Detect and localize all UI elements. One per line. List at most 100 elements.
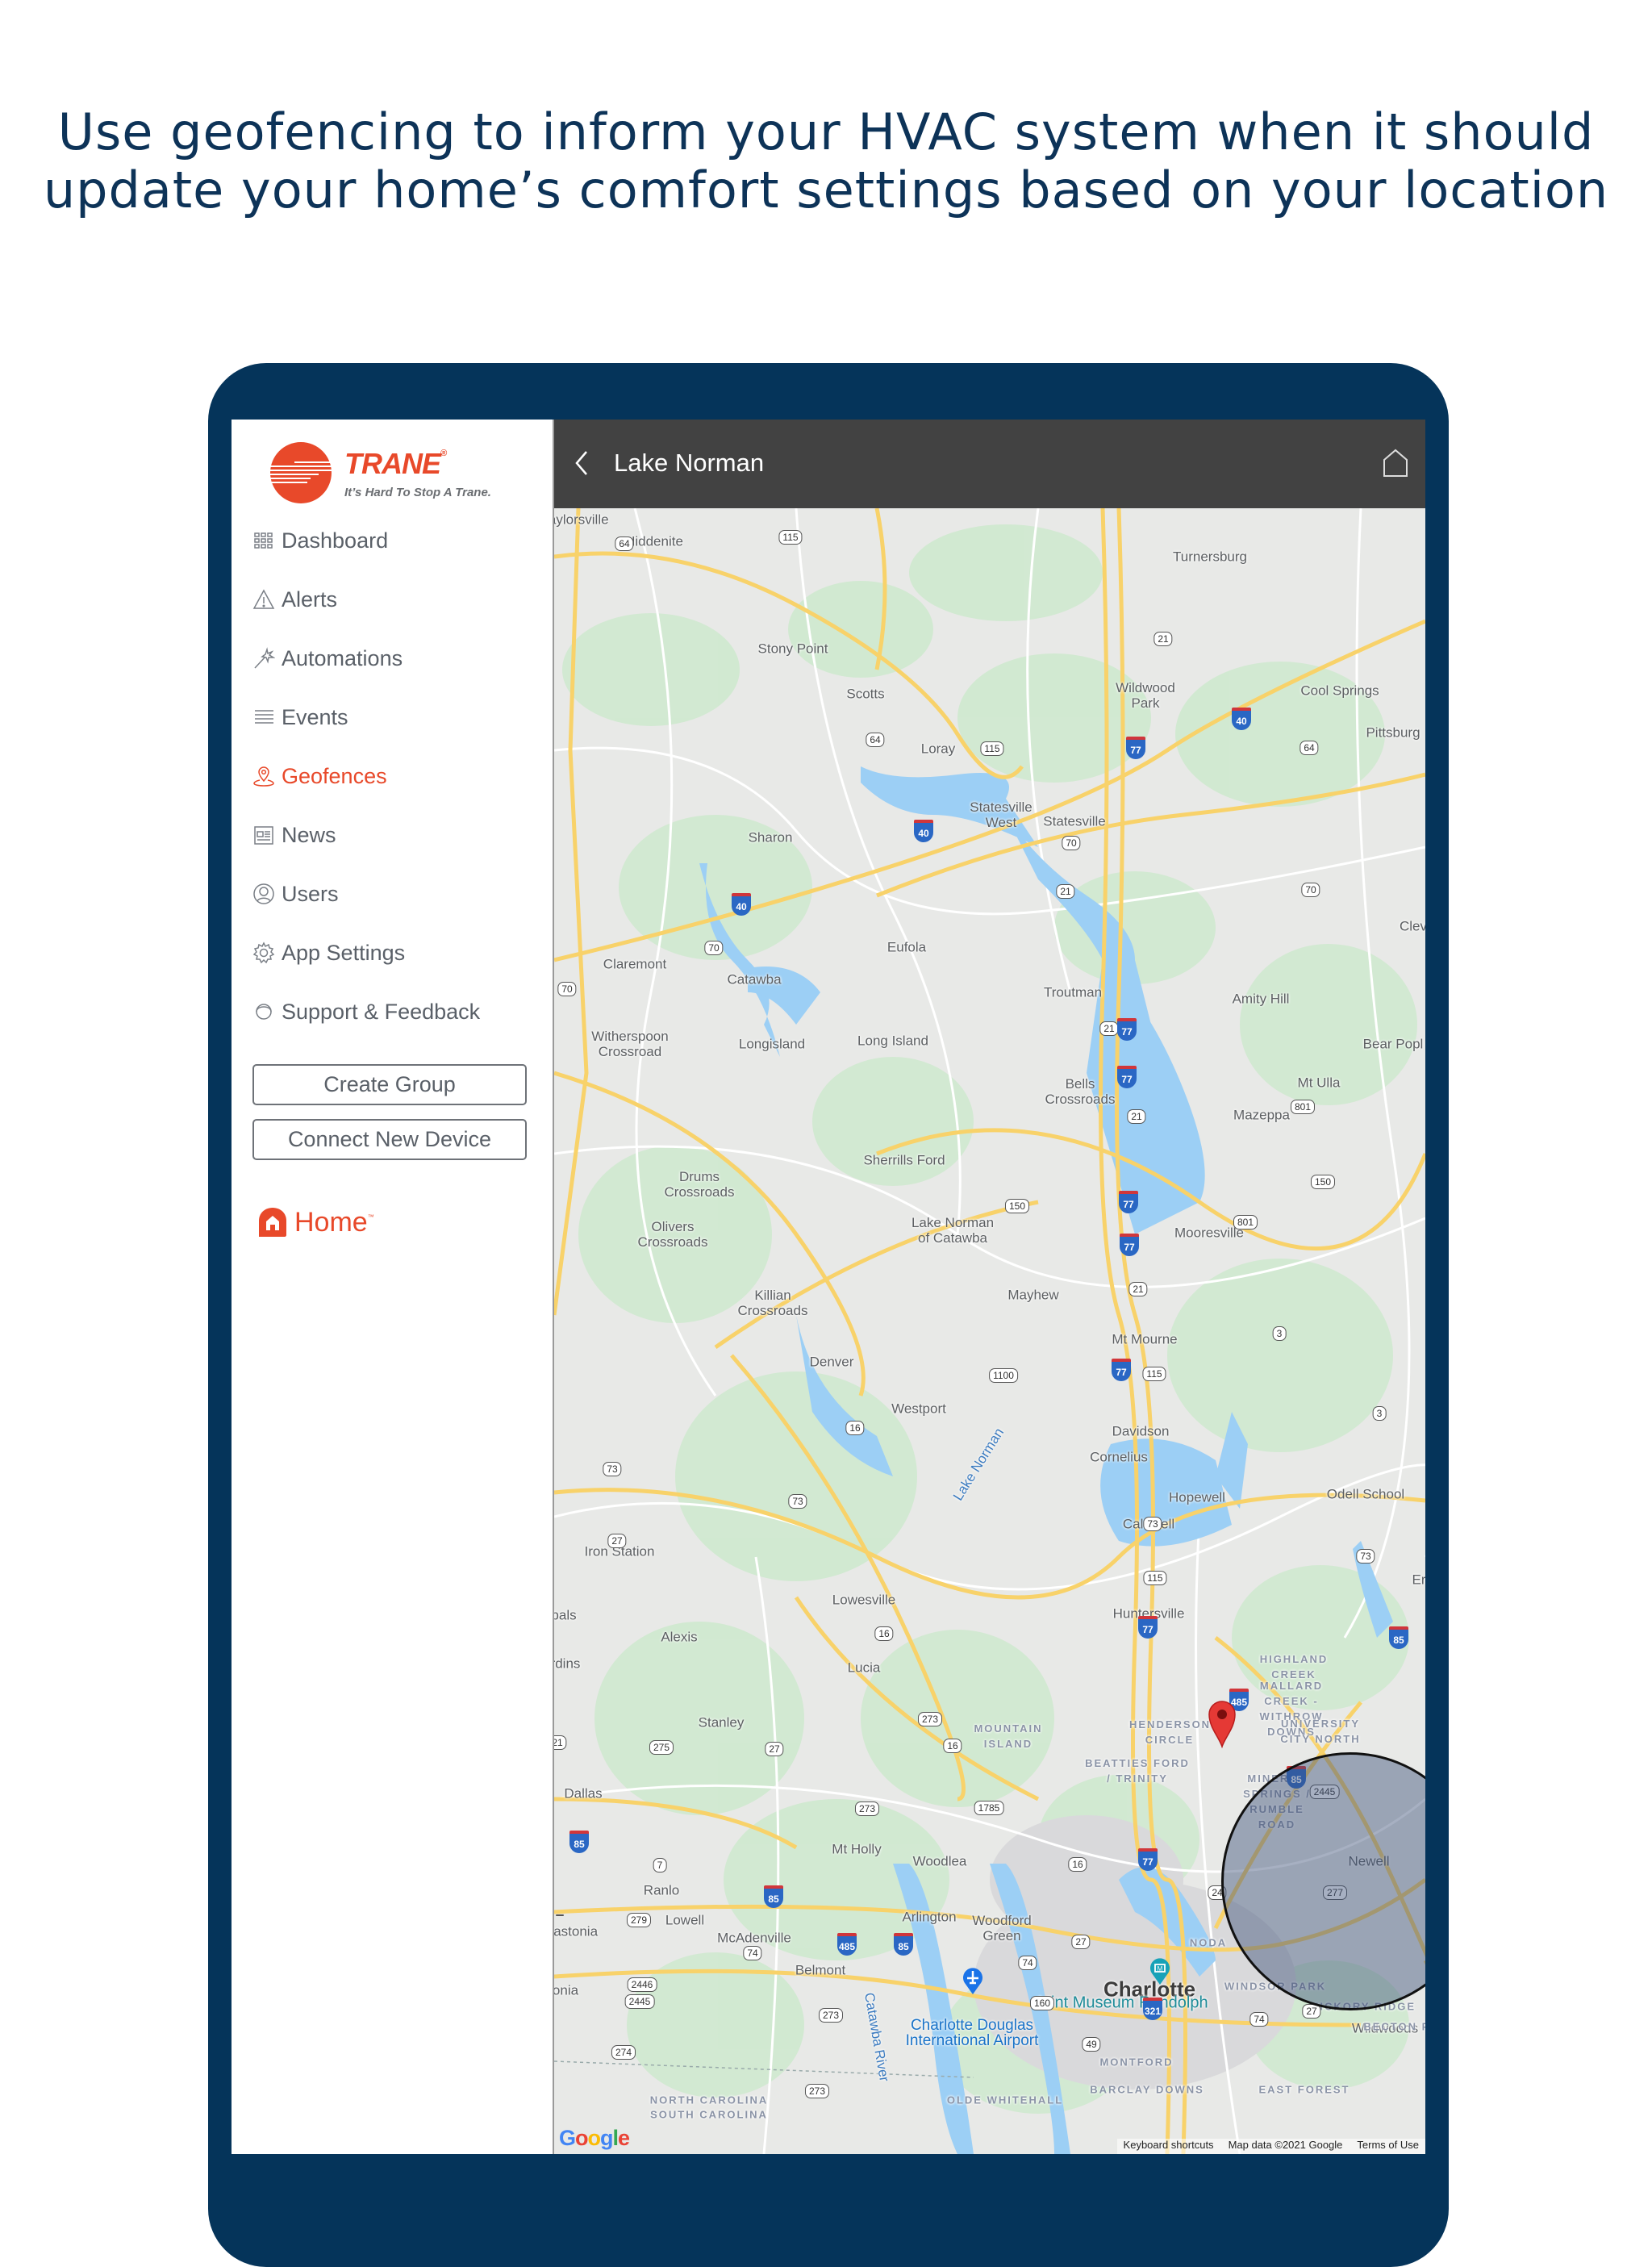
map-label: Odell School	[1326, 1486, 1405, 1502]
interstate-shield: 485	[837, 1933, 857, 1956]
route-shield: 27	[607, 1534, 627, 1548]
sidebar-item-dashboard[interactable]: Dashboard	[252, 524, 388, 557]
route-shield: 70	[557, 982, 577, 996]
map-label: Turnersburg	[1173, 549, 1247, 565]
trane-name: TRANE	[344, 447, 441, 480]
map-label: Troutman	[1043, 984, 1103, 1000]
home-outline-icon[interactable]	[1382, 449, 1409, 478]
list-icon	[252, 706, 275, 729]
map-label: Mooresville	[1174, 1225, 1244, 1241]
route-shield: 273	[854, 1801, 880, 1816]
neighborhood-label: BECTON PA	[1363, 2020, 1425, 2033]
interstate-shield: 77	[1138, 1848, 1158, 1871]
sidebar-item-label: Support & Feedback	[282, 999, 481, 1024]
sidebar-item-label: Geofences	[282, 763, 387, 788]
home-brand-label: Home	[294, 1207, 368, 1238]
interstate-shield: 77	[1138, 1616, 1158, 1639]
newspaper-icon	[252, 824, 275, 846]
sidebar-item-label: App Settings	[282, 940, 406, 965]
route-shield: 1785	[974, 1801, 1004, 1815]
neighborhood-label: OLDE WHITEHALL	[946, 2094, 1064, 2106]
route-shield: 70	[704, 941, 724, 955]
map-label: Ranlo	[643, 1882, 680, 1898]
route-shield: 16	[1068, 1857, 1087, 1872]
sidebar-item-users[interactable]: Users	[252, 878, 339, 910]
route-shield: 16	[845, 1421, 865, 1435]
headline-line-1: Use geofencing to inform your HVAC syste…	[57, 102, 1595, 161]
route-shield: 1100	[989, 1368, 1018, 1383]
map-label: Loray	[920, 741, 956, 757]
sidebar-item-support-feedback[interactable]: Support & Feedback	[252, 996, 480, 1028]
map-label: Woodford Green	[972, 1913, 1032, 1943]
keyboard-shortcuts-link[interactable]: Keyboard shortcuts	[1124, 2139, 1214, 2151]
interstate-shield: 40	[732, 893, 751, 916]
headline: Use geofencing to inform your HVAC syste…	[0, 103, 1652, 219]
route-shield: 279	[626, 1913, 652, 1927]
sidebar-item-news[interactable]: News	[252, 819, 336, 851]
map-label: Amity Hill	[1232, 991, 1290, 1007]
route-shield: 273	[818, 2008, 844, 2023]
poi-label-airport[interactable]: Charlotte Douglas International Airport	[903, 2018, 1041, 2048]
terms-of-use-link[interactable]: Terms of Use	[1357, 2139, 1419, 2151]
sidebar-item-geofences[interactable]: Geofences	[252, 760, 387, 792]
map-pin-icon[interactable]	[1208, 1700, 1237, 1748]
map-label: Statesville	[1043, 813, 1106, 829]
map-label: Lowesville	[832, 1592, 896, 1608]
sidebar-item-events[interactable]: Events	[252, 701, 348, 733]
sidebar-item-alerts[interactable]: Alerts	[252, 583, 337, 616]
sidebar-item-app-settings[interactable]: App Settings	[252, 937, 405, 969]
route-shield: 115	[1143, 1571, 1167, 1585]
trane-logo: TRANE® It’s Hard To Stop A Trane.	[270, 431, 520, 503]
airplane-icon[interactable]	[962, 1967, 984, 1994]
warning-triangle-icon	[252, 588, 275, 611]
route-shield: 73	[788, 1494, 807, 1509]
map-label: Claremont	[603, 956, 667, 972]
route-shield: 150	[1004, 1199, 1030, 1213]
map-label: Hiddenite	[625, 533, 683, 549]
app-screen: TRANE® It’s Hard To Stop A Trane. Dashbo…	[232, 420, 1425, 2154]
map-label: Lucia	[847, 1660, 881, 1676]
app-header: Lake Norman	[554, 420, 1425, 508]
interstate-shield: 85	[764, 1885, 783, 1908]
map-label: Lowell	[665, 1912, 705, 1928]
connect-new-device-button[interactable]: Connect New Device	[252, 1119, 527, 1160]
map-label: Mayhew	[1007, 1287, 1059, 1303]
sidebar-item-automations[interactable]: Automations	[252, 642, 403, 674]
map-label: Longisland	[738, 1036, 806, 1052]
route-shield: 21	[1056, 884, 1075, 899]
map-label: Taylorsville	[554, 511, 609, 528]
trademark: ™	[367, 1213, 374, 1221]
route-shield	[556, 1914, 564, 1916]
route-shield: 74	[1249, 2012, 1269, 2027]
map-label: Dallas	[564, 1785, 603, 1801]
museum-icon[interactable]: M	[1149, 1957, 1171, 1985]
map-label: Mt Mourne	[1112, 1331, 1178, 1347]
route-shield: 801	[1290, 1100, 1316, 1114]
sidebar-item-label: Alerts	[282, 587, 338, 612]
map-label: rdins	[554, 1655, 581, 1672]
poi-label-mint-museum[interactable]: Mint Museum Randolph	[1037, 1995, 1208, 2011]
map-view[interactable]: Taylorsville Hiddenite Stony Point Scott…	[554, 508, 1425, 2154]
home-brand-logo: Home ™	[257, 1206, 374, 1238]
user-circle-icon	[252, 883, 275, 905]
interstate-shield: 77	[1120, 1234, 1139, 1256]
route-shield: 275	[649, 1740, 674, 1755]
map-label: Statesville West	[970, 800, 1032, 830]
route-shield: 70	[1301, 883, 1320, 897]
interstate-shield: 85	[894, 1933, 913, 1956]
map-label: bals	[554, 1607, 577, 1623]
route-shield: 73	[603, 1462, 622, 1476]
chevron-left-icon[interactable]	[572, 447, 593, 479]
map-label: Sherrills Ford	[863, 1152, 945, 1168]
interstate-shield: 40	[1232, 708, 1251, 730]
create-group-button[interactable]: Create Group	[252, 1064, 527, 1105]
map-label: Er	[1412, 1572, 1426, 1588]
route-shield: 115	[778, 530, 803, 545]
neighborhood-label: SOUTH CAROLINA	[650, 2108, 768, 2121]
home-brand-icon	[259, 1208, 286, 1237]
neighborhood-label: NORTH CAROLINA	[649, 2094, 769, 2106]
interstate-shield: 321	[1143, 1998, 1162, 2020]
map-label: Alexis	[661, 1629, 698, 1645]
route-shield: 74	[743, 1946, 762, 1960]
map-label: Pittsburg	[1366, 724, 1420, 741]
